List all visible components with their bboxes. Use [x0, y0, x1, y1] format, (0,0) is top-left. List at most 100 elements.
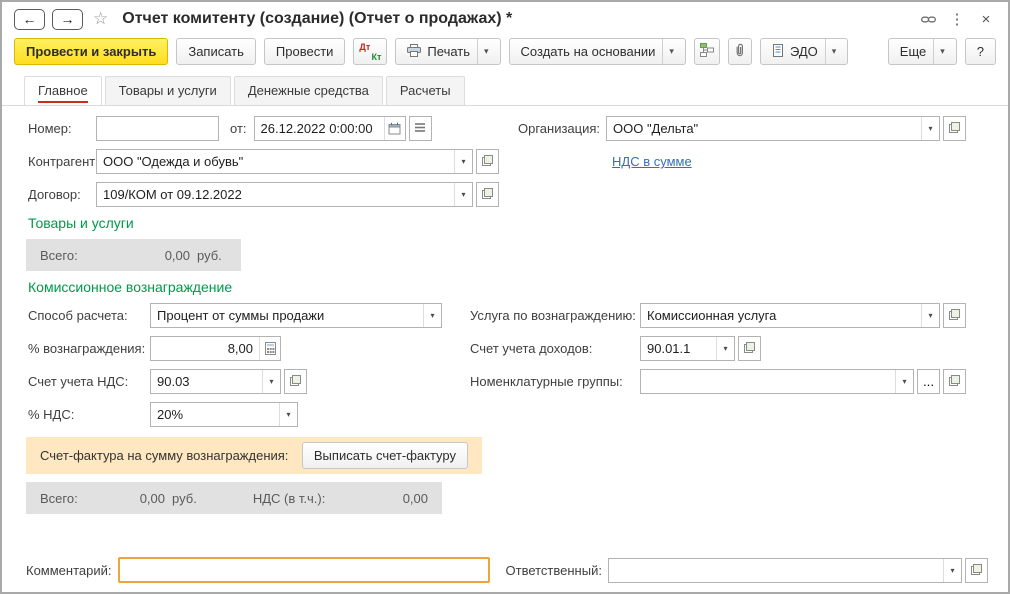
vat-account-open-button[interactable] [284, 369, 307, 394]
nomenclature-groups-select-button[interactable]: ... [917, 369, 940, 394]
vat-percent-input[interactable] [151, 403, 279, 426]
responsible-field: ▾ [607, 557, 962, 583]
back-arrow-icon: ← [22, 11, 37, 27]
forward-button[interactable]: → [52, 8, 83, 30]
vat-percent-field: ▾ [150, 402, 298, 427]
open-icon [290, 374, 301, 389]
nomenclature-groups-open-button[interactable] [943, 369, 966, 394]
chevron-down-icon[interactable]: ▾ [943, 558, 961, 582]
counterparty-input[interactable] [97, 150, 454, 173]
income-account-input[interactable] [641, 337, 716, 360]
vat-account-label: Счет учета НДС: [28, 374, 129, 389]
chevron-down-icon[interactable]: ▾ [921, 304, 939, 327]
contract-input[interactable] [97, 183, 454, 206]
print-label: Печать [427, 44, 471, 59]
post-and-close-button[interactable]: Провести и закрыть [14, 38, 169, 65]
help-button[interactable]: ? [964, 38, 996, 65]
commission-total-value: 0,00 [139, 490, 166, 506]
close-icon: × [981, 10, 991, 28]
vat-account-input[interactable] [151, 370, 262, 393]
chevron-down-icon[interactable]: ▾ [279, 403, 297, 426]
counterparty-label: Контрагент: [28, 154, 99, 169]
tab-main[interactable]: Главное [24, 76, 102, 105]
service-input[interactable] [641, 304, 921, 327]
date-field [253, 116, 406, 141]
chevron-down-icon[interactable]: ▾ [454, 183, 472, 206]
responsible-label: Ответственный: [505, 562, 602, 578]
vat-percent-label: % НДС: [28, 407, 75, 422]
calculator-icon[interactable] [259, 337, 280, 360]
calc-method-input[interactable] [151, 304, 423, 327]
issue-invoice-button[interactable]: Выписать счет-фактуру [301, 442, 468, 469]
organization-field: ▾ [606, 116, 940, 141]
commission-section-title: Комиссионное вознаграждение [28, 279, 233, 295]
chevron-down-icon: ▾ [933, 39, 945, 64]
comment-label: Комментарий: [26, 562, 112, 578]
edo-document-icon [772, 43, 784, 60]
commission-percent-input[interactable] [151, 337, 259, 360]
vat-in-sum-link[interactable]: НДС в сумме [612, 154, 692, 169]
chevron-down-icon[interactable]: ▾ [262, 370, 280, 393]
tab-settlements[interactable]: Расчеты [385, 76, 465, 105]
goods-section-title: Товары и услуги [28, 215, 134, 231]
row-contract: Договор: ▾ [28, 182, 966, 207]
organization-open-button[interactable] [943, 116, 966, 141]
save-button[interactable]: Записать [176, 38, 256, 65]
income-account-field: ▾ [640, 336, 735, 361]
tab-goods-services[interactable]: Товары и услуги [104, 76, 231, 105]
attachments-button[interactable] [727, 38, 752, 65]
goods-total-value: 0,00 [164, 247, 190, 263]
counterparty-open-button[interactable] [476, 149, 499, 174]
chevron-down-icon[interactable]: ▾ [895, 370, 913, 393]
favorite-star-icon[interactable]: ☆ [93, 9, 108, 29]
date-label: от: [230, 121, 247, 136]
chevron-down-icon: ▾ [477, 39, 489, 64]
dt-kt-postings-button[interactable]: Дт Кт [353, 38, 388, 65]
contract-open-button[interactable] [476, 182, 499, 207]
back-button[interactable]: ← [14, 8, 45, 30]
tab-cash[interactable]: Денежные средства [233, 76, 383, 105]
chevron-down-icon[interactable]: ▾ [423, 304, 441, 327]
nomenclature-groups-field: ▾ [640, 369, 914, 394]
close-button[interactable]: × [974, 8, 998, 30]
post-button[interactable]: Провести [263, 38, 346, 65]
journal-button[interactable] [408, 116, 432, 141]
commission-total-bar: Всего: 0,00 руб. НДС (в т.ч.): 0,00 [26, 482, 442, 514]
organization-input[interactable] [607, 117, 921, 140]
responsible-open-button[interactable] [965, 557, 988, 583]
comment-input[interactable] [119, 559, 488, 581]
nomenclature-groups-label: Номенклатурные группы: [470, 374, 623, 389]
related-documents-button[interactable] [693, 38, 720, 65]
window-title: Отчет комитенту (создание) (Отчет о прод… [122, 10, 513, 27]
number-label: Номер: [28, 121, 72, 136]
number-input[interactable] [97, 117, 218, 140]
nomenclature-groups-input[interactable] [641, 370, 895, 393]
invoice-bar: Счет-фактура на сумму вознаграждения: Вы… [26, 437, 482, 474]
open-icon [482, 154, 493, 169]
calendar-icon[interactable] [383, 117, 405, 140]
responsible-input[interactable] [608, 558, 943, 582]
commission-vat-total-label: НДС (в т.ч.): [252, 490, 326, 506]
chevron-down-icon[interactable]: ▾ [921, 117, 939, 140]
forward-arrow-icon: → [60, 11, 75, 27]
document-window: ← → ☆ Отчет комитенту (создание) (Отчет … [0, 0, 1010, 594]
chevron-down-icon[interactable]: ▾ [454, 150, 472, 173]
kebab-menu-button[interactable]: ⋮ [945, 8, 969, 30]
open-icon [949, 374, 960, 389]
create-based-on-button[interactable]: Создать на основании ▾ [508, 38, 686, 65]
invoice-label: Счет-фактура на сумму вознаграждения: [40, 448, 289, 463]
comment-field [117, 557, 490, 583]
service-open-button[interactable] [943, 303, 966, 328]
copy-link-button[interactable] [916, 8, 940, 30]
chevron-down-icon[interactable]: ▾ [716, 337, 734, 360]
date-input[interactable] [254, 117, 384, 140]
counterparty-field: ▾ [96, 149, 473, 174]
income-account-open-button[interactable] [738, 336, 761, 361]
edo-button[interactable]: ЭДО ▾ [759, 38, 849, 65]
titlebar: ← → ☆ Отчет комитенту (создание) (Отчет … [2, 2, 1008, 32]
commission-total-label: Всего: [40, 490, 78, 506]
commission-percent-label: % вознаграждения: [28, 341, 146, 356]
contract-label: Договор: [28, 187, 81, 202]
print-button[interactable]: Печать ▾ [395, 38, 501, 65]
more-button[interactable]: Еще ▾ [887, 38, 957, 65]
